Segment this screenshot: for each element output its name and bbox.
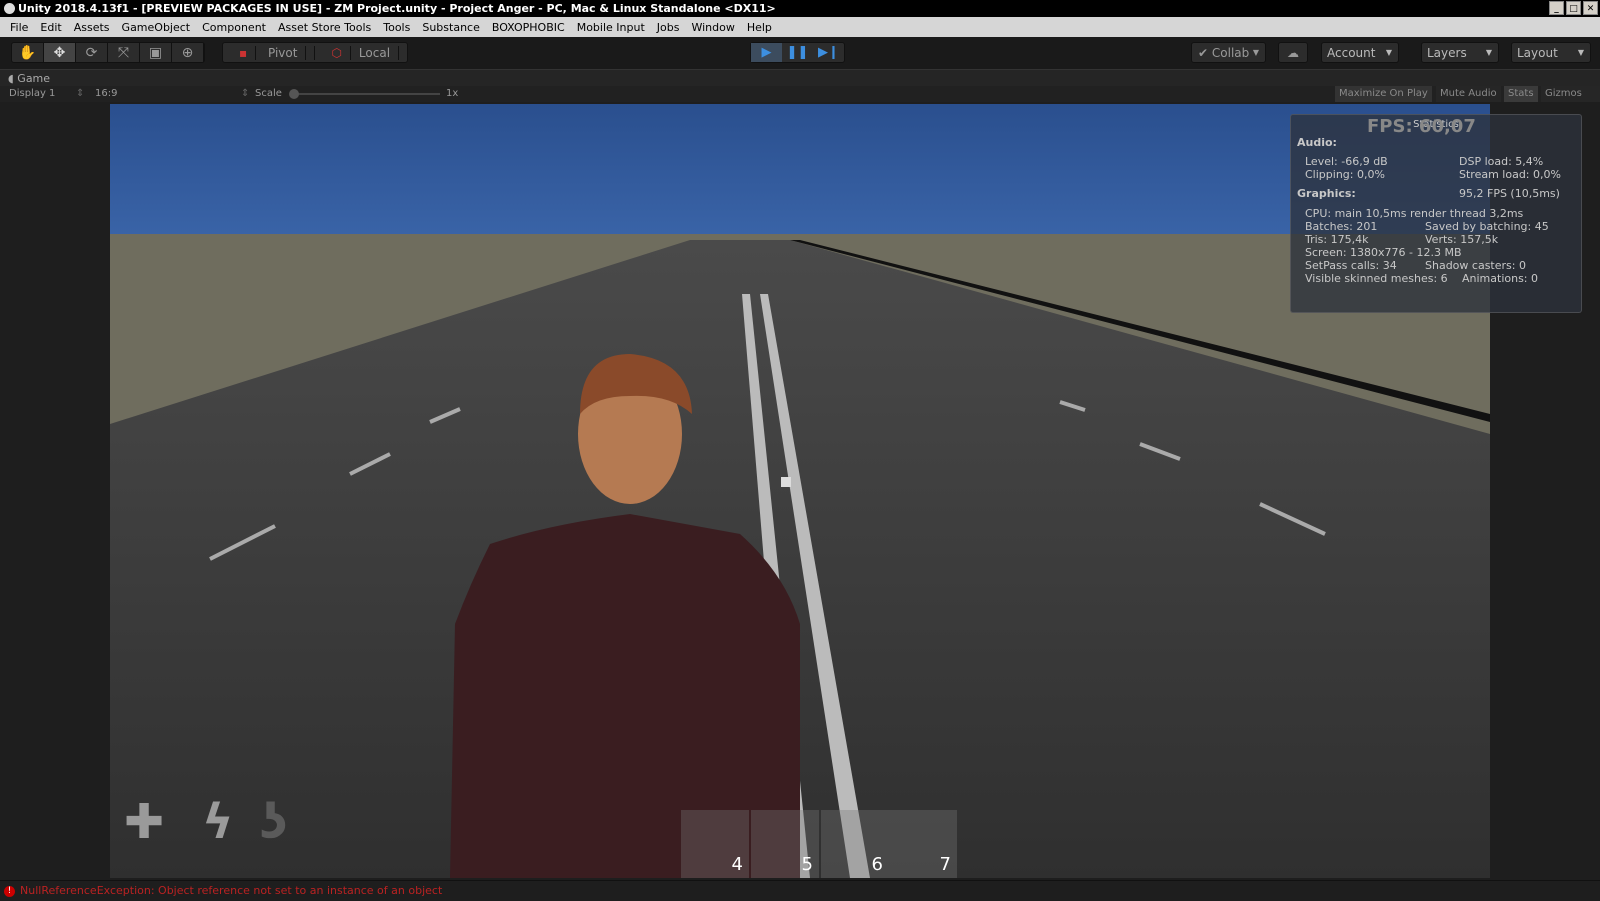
transform-tools: ✋ ✥ ⟳ ⤧ ▣ ⊕: [11, 42, 205, 63]
aspect-select[interactable]: 16:9: [95, 88, 117, 99]
statistics-panel: FPS: 60,07 Statistics Audio: Level: -66,…: [1290, 114, 1582, 313]
menu-bar: File Edit Assets GameObject Component Asset S…: [0, 17, 1600, 37]
cloud-button[interactable]: ☁: [1278, 42, 1308, 63]
layers-dropdown[interactable]: Layers ▼: [1421, 42, 1499, 63]
step-button[interactable]: ▶❙: [813, 43, 844, 62]
playback-controls: ▶ ❚❚ ▶❙: [750, 42, 845, 63]
hunger-stomach-icon: ʖ: [260, 794, 288, 850]
pivot-toggles: ▪ Pivot ⬡ Local: [222, 42, 409, 63]
move-tool-icon[interactable]: ✥: [44, 43, 76, 62]
transform-tool-icon[interactable]: ⊕: [172, 43, 204, 62]
menu-item[interactable]: Window: [685, 21, 740, 34]
error-message[interactable]: NullReferenceException: Object reference…: [20, 884, 442, 897]
menu-item[interactable]: Tools: [377, 21, 416, 34]
menu-item[interactable]: Component: [196, 21, 272, 34]
sky: [110, 104, 1490, 239]
crosshair: [781, 477, 791, 487]
scale-slider-handle[interactable]: [289, 89, 299, 99]
close-button[interactable]: ✕: [1583, 1, 1598, 15]
display-select[interactable]: Display 1: [9, 88, 55, 99]
scale-slider[interactable]: [290, 93, 440, 95]
maximize-button[interactable]: □: [1566, 1, 1581, 15]
gizmos-dropdown[interactable]: Gizmos: [1541, 86, 1600, 102]
account-dropdown[interactable]: Account ▼: [1321, 42, 1399, 63]
rotate-tool-icon[interactable]: ⟳: [76, 43, 108, 62]
hotbar-slot[interactable]: 7: [889, 810, 957, 878]
minimize-button[interactable]: _: [1549, 1, 1564, 15]
fps-overlay: FPS: 60,07: [1367, 116, 1476, 137]
scale-label: Scale: [255, 88, 282, 99]
play-button[interactable]: ▶: [751, 43, 782, 62]
console-status-bar[interactable]: ! NullReferenceException: Object referenc…: [0, 880, 1600, 900]
hotbar-slot[interactable]: 6: [821, 810, 889, 878]
pause-button[interactable]: ❚❚: [782, 43, 813, 62]
cloud-icon: ☁: [1287, 45, 1299, 60]
local-button[interactable]: ⬡ Local: [315, 45, 407, 60]
menu-item[interactable]: BOXOPHOBIC: [486, 21, 571, 34]
menu-item[interactable]: Substance: [416, 21, 486, 34]
scale-value: 1x: [446, 88, 459, 99]
hotbar-slot[interactable]: 4: [681, 810, 749, 878]
layout-dropdown[interactable]: Layout ▼: [1511, 42, 1591, 63]
menu-item[interactable]: Mobile Input: [571, 21, 651, 34]
check-icon: ✔: [1198, 45, 1209, 60]
energy-bolt-icon: ϟ: [202, 794, 234, 850]
rect-tool-icon[interactable]: ▣: [140, 43, 172, 62]
scale-tool-icon[interactable]: ⤧: [108, 43, 140, 62]
unity-logo-icon: [4, 3, 15, 14]
menu-item[interactable]: GameObject: [116, 21, 197, 34]
toolbar: ✋ ✥ ⟳ ⤧ ▣ ⊕ ▪ Pivot ⬡ Local ▶ ❚❚ ▶❙ ✔ Collab ▼ ☁ A…: [0, 37, 1600, 69]
window-title: Unity 2018.4.13f1 - [PREVIEW PACKAGES IN…: [18, 2, 776, 15]
menu-item[interactable]: Asset Store Tools: [272, 21, 377, 34]
hotbar-slot[interactable]: 5: [751, 810, 819, 878]
mute-audio-toggle[interactable]: Mute Audio: [1436, 86, 1501, 102]
menu-item[interactable]: Help: [741, 21, 778, 34]
menu-item[interactable]: Jobs: [651, 21, 686, 34]
error-icon: !: [4, 886, 15, 897]
pivot-button[interactable]: ▪ Pivot: [223, 45, 316, 60]
game-scene: [110, 104, 1490, 878]
title-bar: Unity 2018.4.13f1 - [PREVIEW PACKAGES IN…: [0, 0, 1600, 17]
game-viewport[interactable]: ✚ ϟ ʖ 4 5 6 7: [110, 104, 1490, 878]
game-view-toolbar: Display 1 ⇕ 16:9 ⇕ Scale 1x Maximize On …: [0, 86, 1600, 102]
audio-header: Audio:: [1297, 136, 1337, 149]
stats-toggle[interactable]: Stats: [1504, 86, 1538, 102]
menu-item[interactable]: Edit: [34, 21, 67, 34]
game-tab[interactable]: ◖ Game: [0, 69, 1600, 86]
maximize-on-play-toggle[interactable]: Maximize On Play: [1335, 86, 1432, 102]
hand-tool-icon[interactable]: ✋: [12, 43, 44, 62]
health-plus-icon: ✚: [124, 794, 165, 850]
menu-item[interactable]: Assets: [68, 21, 116, 34]
collab-button[interactable]: ✔ Collab ▼: [1191, 42, 1266, 63]
menu-item[interactable]: File: [4, 21, 34, 34]
